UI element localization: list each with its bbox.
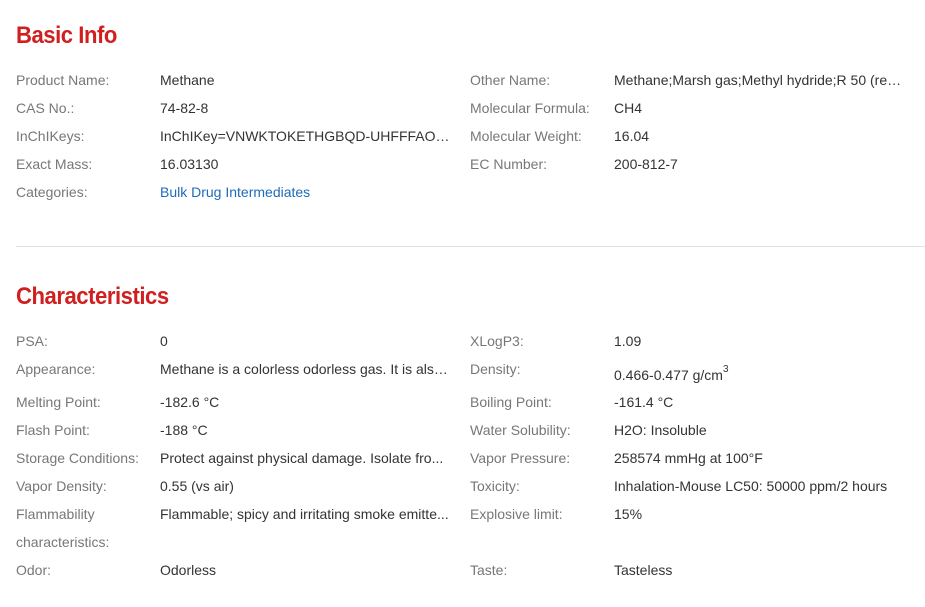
characteristics-heading: Characteristics <box>16 283 169 310</box>
field-label-melting-point: Melting Point: <box>16 394 101 410</box>
field-label-toxicity: Toxicity: <box>470 478 520 494</box>
char-row-flash-point: Flash Point: -188 °C Water Solubility: H… <box>0 416 925 444</box>
field-value-psa: 0 <box>160 333 168 349</box>
field-value-other-name: Methane;Marsh gas;Methyl hydride;R 50 (r… <box>614 72 905 88</box>
field-label-molecular-formula: Molecular Formula: <box>470 100 590 116</box>
field-label-vapor-density: Vapor Density: <box>16 478 107 494</box>
field-label-flash-point: Flash Point: <box>16 422 90 438</box>
flammability-label-line1: Flammability <box>16 506 95 522</box>
field-value-molecular-weight: 16.04 <box>614 128 650 144</box>
field-label-xlogp3: XLogP3: <box>470 333 524 349</box>
field-value-exact-mass: 16.03130 <box>160 156 219 172</box>
field-value-density: 0.466-0.477 g/cm3 <box>614 361 905 389</box>
char-row-flammability: Flammability characteristics: Flammable; … <box>0 500 925 556</box>
field-value-ec-number: 200-812-7 <box>614 156 678 172</box>
field-value-flammability: Flammable; spicy and irritating smoke em… <box>160 506 449 522</box>
field-value-toxicity: Inhalation-Mouse LC50: 50000 ppm/2 hours <box>614 478 888 494</box>
field-label-water-solubility: Water Solubility: <box>470 422 571 438</box>
field-label-product-name: Product Name: <box>16 72 110 88</box>
category-link-bulk-drug-intermediates[interactable]: Bulk Drug Intermediates <box>160 178 452 206</box>
info-row-exact-mass: Exact Mass: 16.03130 EC Number: 200-812-… <box>0 150 925 178</box>
field-label-cas: CAS No.: <box>16 100 75 116</box>
field-value-boiling-point: -161.4 °C <box>614 394 674 410</box>
field-label-appearance: Appearance: <box>16 361 96 377</box>
density-text: 0.466-0.477 g/cm <box>614 367 723 383</box>
field-value-vapor-pressure: 258574 mmHg at 100°F <box>614 450 763 466</box>
char-row-psa: PSA: 0 XLogP3: 1.09 <box>0 327 925 355</box>
field-value-vapor-density: 0.55 (vs air) <box>160 478 234 494</box>
field-label-ec-number: EC Number: <box>470 156 548 172</box>
field-value-taste: Tasteless <box>614 562 673 578</box>
field-label-boiling-point: Boiling Point: <box>470 394 552 410</box>
field-value-odor: Odorless <box>160 562 217 578</box>
field-value-water-solubility: H2O: Insoluble <box>614 422 707 438</box>
field-label-categories: Categories: <box>16 184 88 200</box>
field-label-explosive-limit: Explosive limit: <box>470 506 563 522</box>
field-value-storage-conditions: Protect against physical damage. Isolate… <box>160 450 444 466</box>
char-row-appearance: Appearance: Methane is a colorless odorl… <box>0 355 925 388</box>
section-divider <box>16 246 925 247</box>
field-value-appearance: Methane is a colorless odorless gas. It … <box>160 361 452 377</box>
field-label-storage-conditions: Storage Conditions: <box>16 450 139 466</box>
field-value-flash-point: -188 °C <box>160 422 208 438</box>
char-row-storage-conditions: Storage Conditions: Protect against phys… <box>0 444 925 472</box>
density-superscript: 3 <box>722 364 729 375</box>
char-row-vapor-density: Vapor Density: 0.55 (vs air) Toxicity: I… <box>0 472 925 500</box>
field-label-vapor-pressure: Vapor Pressure: <box>470 450 571 466</box>
char-row-melting-point: Melting Point: -182.6 °C Boiling Point: … <box>0 388 925 416</box>
field-value-product-name: Methane <box>160 72 215 88</box>
field-value-explosive-limit: 15% <box>614 506 643 522</box>
field-label-molecular-weight: Molecular Weight: <box>470 128 582 144</box>
field-value-cas: 74-82-8 <box>160 100 209 116</box>
field-value-xlogp3: 1.09 <box>614 333 642 349</box>
flammability-label-line2: characteristics: <box>16 534 110 550</box>
char-row-odor: Odor: Odorless Taste: Tasteless <box>0 556 925 584</box>
info-row-inchikeys: InChIKeys: InChIKey=VNWKTOKETHGBQD-UHFFF… <box>0 122 925 150</box>
field-label-exact-mass: Exact Mass: <box>16 156 93 172</box>
field-label-taste: Taste: <box>470 562 508 578</box>
info-row-product-name: Product Name: Methane Other Name: Methan… <box>0 66 925 94</box>
field-label-inchikeys: InChIKeys: <box>16 128 85 144</box>
field-label-other-name: Other Name: <box>470 72 551 88</box>
info-row-categories: Categories: Bulk Drug Intermediates <box>0 178 925 206</box>
field-label-odor: Odor: <box>16 562 52 578</box>
field-value-melting-point: -182.6 °C <box>160 394 220 410</box>
field-value-inchikeys: InChIKey=VNWKTOKETHGBQD-UHFFFAOYSA... <box>160 128 452 144</box>
field-label-density: Density: <box>470 361 521 377</box>
basic-info-heading: Basic Info <box>16 22 117 49</box>
info-row-cas: CAS No.: 74-82-8 Molecular Formula: CH4 <box>0 94 925 122</box>
field-value-molecular-formula: CH4 <box>614 100 643 116</box>
field-label-psa: PSA: <box>16 333 48 349</box>
field-label-flammability: Flammability characteristics: <box>16 500 154 556</box>
